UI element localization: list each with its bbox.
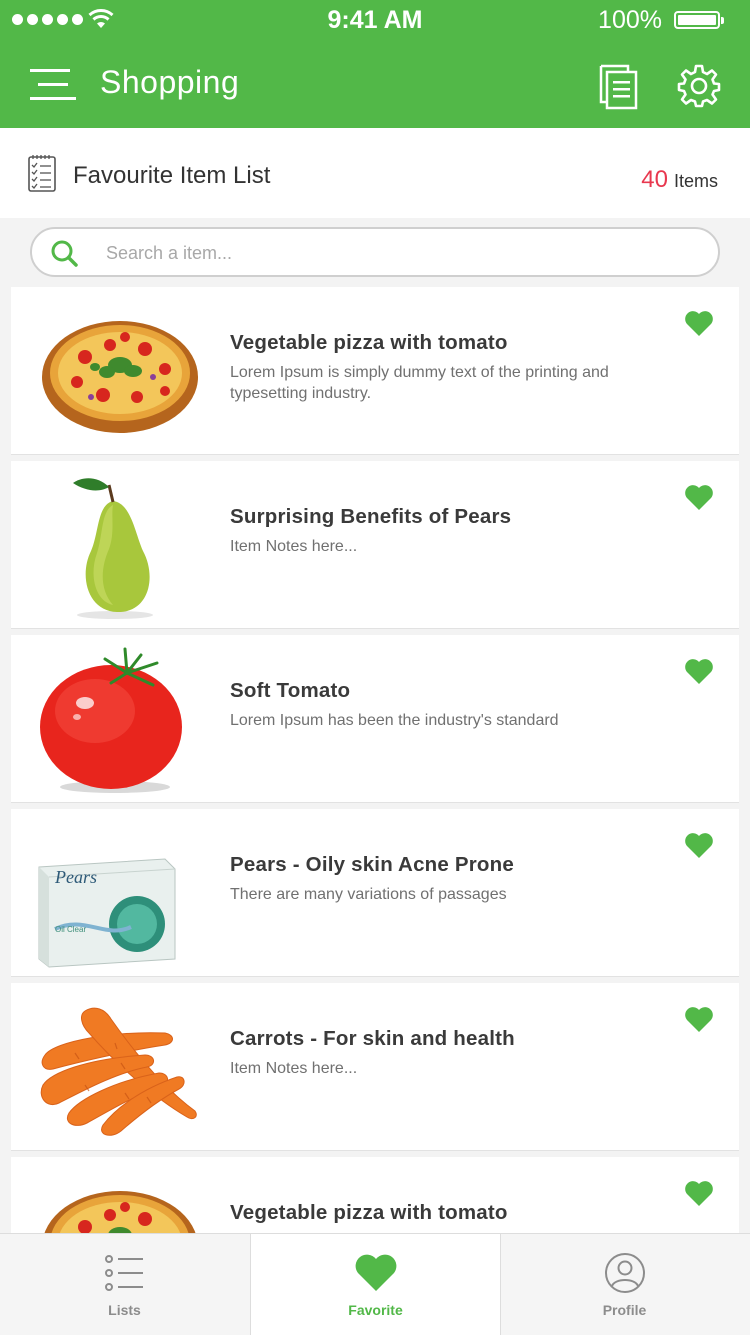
- carrots-image: [40, 1007, 197, 1136]
- heart-icon[interactable]: [684, 831, 714, 859]
- heart-icon[interactable]: [684, 1005, 714, 1033]
- item-description: Item Notes here...: [230, 538, 358, 555]
- tab-lists[interactable]: Lists: [0, 1234, 249, 1335]
- item-count-number: 40: [641, 166, 668, 193]
- tab-favorite[interactable]: Favorite: [250, 1234, 501, 1335]
- soap-box-image: [38, 858, 176, 968]
- item-title: Surprising Benefits of Pears: [230, 505, 512, 528]
- item-title: Pears - Oily skin Acne Prone: [230, 853, 514, 876]
- checklist-icon: [28, 155, 56, 192]
- app-title: Shopping: [100, 64, 240, 100]
- menu-icon[interactable]: [30, 66, 76, 104]
- list-item[interactable]: Carrots - For skin and health Item Notes…: [11, 983, 739, 1151]
- search-icon: [51, 240, 78, 267]
- item-description: Lorem Ipsum has been the industry's stan…: [230, 712, 559, 729]
- tab-bar: Lists Favorite Profile: [0, 1233, 750, 1335]
- pizza-image: [42, 321, 198, 433]
- list-item[interactable]: Pears Oil Clear Pears - Oily skin Acne P…: [11, 809, 739, 977]
- list-header: Favourite Item List 40 Items: [0, 128, 750, 218]
- item-title: Carrots - For skin and health: [230, 1027, 515, 1050]
- tab-label: Favorite: [348, 1302, 403, 1318]
- item-description: There are many variations of passages: [230, 886, 507, 903]
- page-title: Favourite Item List: [73, 162, 271, 189]
- tab-label: Profile: [602, 1302, 647, 1318]
- app-bar: 9:41 AM 100% Shopping: [0, 0, 750, 128]
- list-item[interactable]: Surprising Benefits of Pears Item Notes …: [11, 461, 739, 629]
- list-icon: [104, 1255, 143, 1291]
- list-item[interactable]: Vegetable pizza with tomato Lorem Ipsum …: [11, 287, 739, 455]
- status-bar: 9:41 AM 100%: [0, 0, 750, 40]
- heart-icon[interactable]: [684, 657, 714, 685]
- list-item[interactable]: Soft Tomato Lorem Ipsum has been the ind…: [11, 635, 739, 803]
- battery-percent: 100%: [598, 6, 662, 34]
- battery-icon: [674, 11, 724, 29]
- document-list-icon[interactable]: [598, 64, 640, 110]
- soap-brand: Pears: [55, 867, 97, 887]
- heart-icon: [355, 1254, 396, 1291]
- item-count: 40 Items: [641, 166, 718, 194]
- heart-icon[interactable]: [684, 483, 714, 511]
- tab-label: Lists: [108, 1302, 141, 1318]
- gear-icon[interactable]: [677, 64, 721, 108]
- heart-icon[interactable]: [684, 1179, 714, 1207]
- item-description: Item Notes here...: [230, 1060, 358, 1077]
- heart-icon[interactable]: [684, 309, 714, 337]
- search-bar[interactable]: [30, 227, 720, 277]
- tomato-image: [40, 647, 182, 793]
- item-title: Vegetable pizza with tomato: [230, 331, 508, 354]
- item-title: Soft Tomato: [230, 679, 351, 702]
- search-input[interactable]: [104, 237, 688, 269]
- item-count-label: Items: [673, 171, 718, 191]
- profile-icon: [604, 1253, 645, 1293]
- tab-profile[interactable]: Profile: [500, 1234, 749, 1335]
- item-title: Vegetable pizza with tomato: [230, 1201, 508, 1224]
- item-description: Lorem Ipsum is simply dummy text of the …: [230, 364, 609, 402]
- pear-image: [73, 478, 153, 619]
- soap-sub-brand: Oil Clear: [55, 925, 87, 934]
